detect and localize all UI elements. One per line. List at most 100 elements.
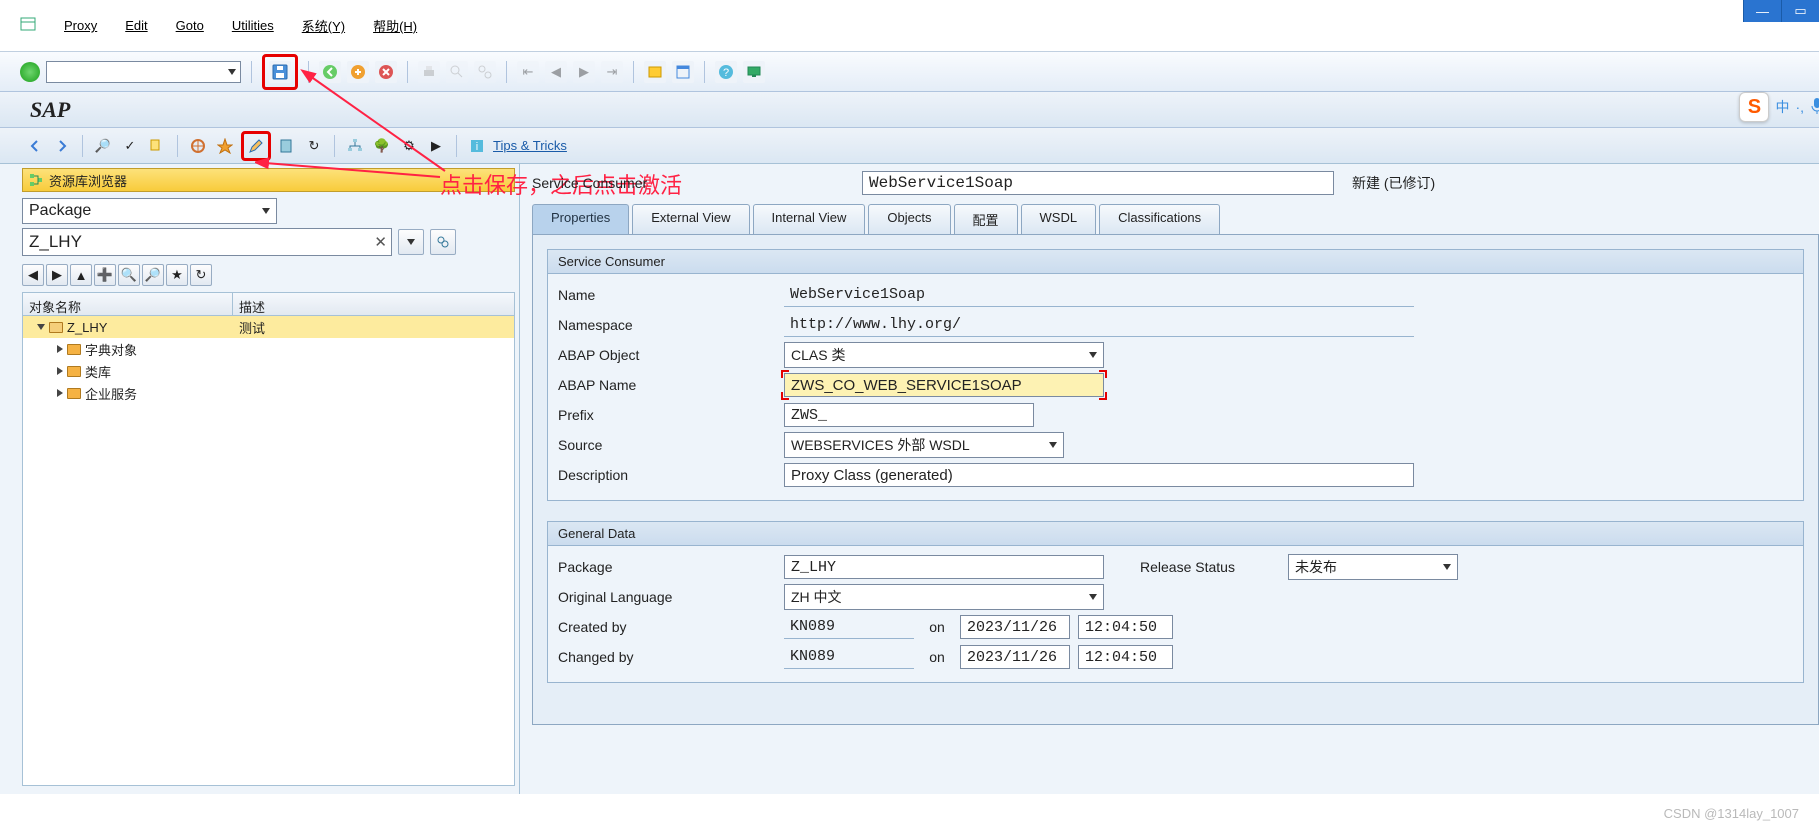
name-field: WebService1Soap <box>784 283 1414 307</box>
ime-s-icon[interactable]: S <box>1739 92 1769 122</box>
abap-name-field[interactable]: ZWS_CO_WEB_SERVICE1SOAP <box>784 373 1104 397</box>
separator <box>251 61 252 83</box>
tree-row[interactable]: 字典对象 <box>23 338 514 360</box>
command-field[interactable] <box>46 61 241 83</box>
package-history-button[interactable] <box>398 229 424 255</box>
hierarchy-icon[interactable] <box>344 135 366 157</box>
help-button[interactable]: ? <box>715 61 737 83</box>
refresh-icon[interactable]: ↻ <box>303 135 325 157</box>
edit-button[interactable] <box>245 135 267 157</box>
tips-tricks-link[interactable]: Tips & Tricks <box>493 138 567 153</box>
nav-forward-icon[interactable] <box>51 135 73 157</box>
prev-page-button: ◀ <box>545 61 567 83</box>
tree-refresh-button[interactable]: ↻ <box>190 264 212 286</box>
expand-icon[interactable] <box>57 345 63 353</box>
orig-lang-dropdown[interactable]: ZH 中文 <box>784 584 1104 610</box>
package-field[interactable]: Z_LHY <box>784 555 1104 579</box>
folder-icon <box>67 366 81 377</box>
status-text: 新建 (已修订) <box>1352 173 1435 193</box>
menu-icon[interactable] <box>20 16 36 35</box>
tree-fav-button[interactable]: ★ <box>166 264 188 286</box>
ime-mic-icon[interactable] <box>1810 97 1819 118</box>
description-field[interactable]: Proxy Class (generated) <box>784 463 1414 487</box>
menu-system[interactable]: 系统(Y) <box>302 16 345 35</box>
find-button <box>446 61 468 83</box>
activate-icon[interactable] <box>214 135 236 157</box>
tree-up-button[interactable]: ▲ <box>70 264 92 286</box>
layout-button[interactable] <box>672 61 694 83</box>
separator <box>177 135 178 157</box>
chevron-down-icon <box>228 69 236 75</box>
folder-icon <box>67 344 81 355</box>
tree-find2-button[interactable]: 🔎 <box>142 264 164 286</box>
tree-next-button[interactable]: ▶ <box>46 264 68 286</box>
gui-settings-button[interactable] <box>743 61 765 83</box>
display-button[interactable] <box>430 229 456 255</box>
application-toolbar: 🔎 ✓ ↻ 🌳 ⚙ ▶ i Tips & Tricks <box>0 128 1819 164</box>
separator <box>308 61 309 83</box>
name-label: Name <box>558 287 776 303</box>
tree-icon[interactable]: 🌳 <box>371 135 393 157</box>
menu-help[interactable]: 帮助(H) <box>373 16 417 35</box>
menu-utilities[interactable]: Utilities <box>232 18 274 33</box>
test-icon[interactable]: ▶ <box>425 135 447 157</box>
tab-classifications[interactable]: Classifications <box>1099 204 1220 234</box>
clear-icon[interactable]: ✕ <box>374 233 387 251</box>
check-icon[interactable]: ✓ <box>119 135 141 157</box>
regenerate-icon[interactable]: ⚙ <box>398 135 420 157</box>
menu-edit[interactable]: Edit <box>125 18 147 33</box>
back-button[interactable] <box>319 61 341 83</box>
repository-browser-title: 资源库浏览器 <box>22 168 515 192</box>
expand-icon[interactable] <box>57 367 63 375</box>
watermark: CSDN @1314lay_1007 <box>1664 806 1799 821</box>
exit-button[interactable] <box>347 61 369 83</box>
changed-date-field: 2023/11/26 <box>960 645 1070 669</box>
tree-add-button[interactable]: ➕ <box>94 264 116 286</box>
prefix-label: Prefix <box>558 407 776 423</box>
cancel-button[interactable] <box>375 61 397 83</box>
sap-title: SAP <box>0 92 1819 128</box>
other-object-icon[interactable] <box>276 135 298 157</box>
tree-row[interactable]: Z_LHY 测试 <box>23 316 514 338</box>
tree-prev-button[interactable]: ◀ <box>22 264 44 286</box>
expand-icon[interactable] <box>57 389 63 397</box>
chevron-down-icon <box>1089 594 1097 600</box>
object-type-dropdown[interactable]: Package <box>22 198 277 224</box>
tab-config[interactable]: 配置 <box>954 204 1018 234</box>
minimize-button[interactable]: — <box>1743 0 1781 22</box>
tab-objects[interactable]: Objects <box>868 204 950 234</box>
enter-icon[interactable] <box>20 62 40 82</box>
separator <box>506 61 507 83</box>
tree-row[interactable]: 类库 <box>23 360 514 382</box>
where-used-icon[interactable] <box>187 135 209 157</box>
print-button <box>418 61 440 83</box>
expand-icon[interactable] <box>37 324 45 330</box>
group-title: General Data <box>548 522 1803 546</box>
tab-wsdl[interactable]: WSDL <box>1021 204 1097 234</box>
prefix-field[interactable]: ZWS_ <box>784 403 1034 427</box>
menu-goto[interactable]: Goto <box>176 18 204 33</box>
tab-internal-view[interactable]: Internal View <box>753 204 866 234</box>
tree-row[interactable]: 企业服务 <box>23 382 514 404</box>
info-icon[interactable]: i <box>466 135 488 157</box>
new-session-button[interactable] <box>644 61 666 83</box>
ime-punct[interactable]: ·, <box>1795 99 1804 115</box>
maximize-button[interactable]: ▭ <box>1781 0 1819 22</box>
tab-properties[interactable]: Properties <box>532 204 629 234</box>
display-icon[interactable]: 🔎 <box>92 135 114 157</box>
package-input[interactable]: Z_LHY ✕ <box>22 228 392 256</box>
tree-body: Z_LHY 测试 字典对象 类库 企业服务 <box>22 316 515 786</box>
activate-prev-icon[interactable] <box>146 135 168 157</box>
tab-external-view[interactable]: External View <box>632 204 749 234</box>
service-consumer-field[interactable]: WebService1Soap <box>862 171 1334 195</box>
description-label: Description <box>558 467 776 483</box>
tree-header: 对象名称 描述 <box>22 292 515 316</box>
source-dropdown[interactable]: WEBSERVICES 外部 WSDL <box>784 432 1064 458</box>
release-status-dropdown[interactable]: 未发布 <box>1288 554 1458 580</box>
ime-lang[interactable]: 中 <box>1775 97 1789 117</box>
menu-proxy[interactable]: Proxy <box>64 18 97 33</box>
save-button[interactable] <box>269 61 291 83</box>
abap-object-dropdown[interactable]: CLAS 类 <box>784 342 1104 368</box>
nav-back-icon[interactable] <box>24 135 46 157</box>
tree-find-button[interactable]: 🔍 <box>118 264 140 286</box>
